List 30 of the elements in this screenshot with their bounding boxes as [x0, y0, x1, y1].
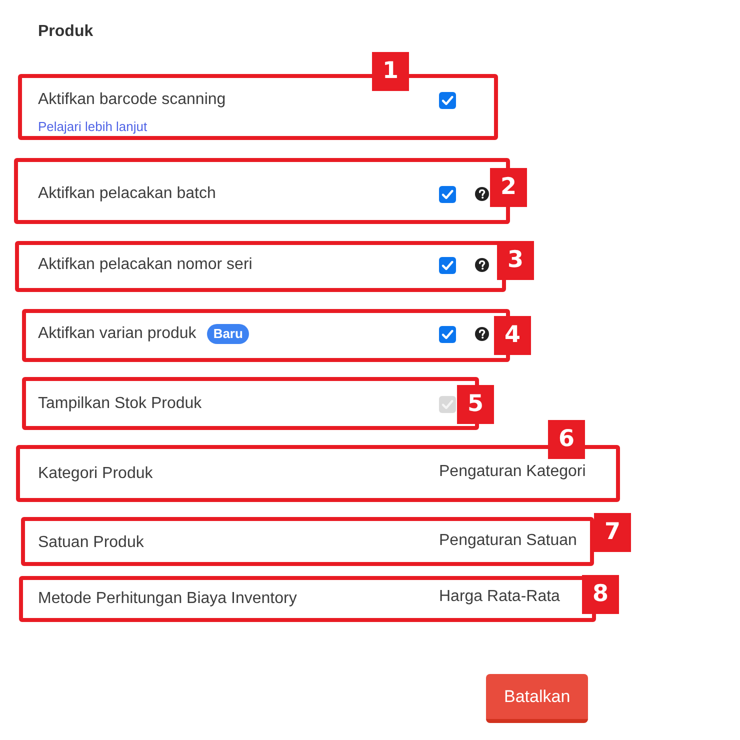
number-badge: 1 — [372, 52, 409, 91]
setting-label: Aktifkan varian produk — [38, 324, 196, 344]
help-icon[interactable] — [475, 327, 489, 341]
number-badge: 7 — [594, 513, 631, 552]
number-badge: 4 — [494, 316, 531, 355]
checkbox[interactable] — [439, 92, 456, 108]
setting-value: Harga Rata-Rata — [439, 587, 560, 607]
setting-label: Tampilkan Stok Produk — [38, 394, 202, 414]
learn-more-link[interactable]: Pelajari lebih lanjut — [38, 119, 148, 135]
number-badge: 6 — [548, 420, 585, 459]
setting-label: Aktifkan barcode scanning — [38, 90, 226, 110]
settings-link[interactable]: Pengaturan Kategori — [439, 462, 586, 482]
checkbox[interactable] — [439, 186, 456, 202]
cancel-button[interactable]: Batalkan — [486, 674, 588, 723]
help-icon[interactable] — [475, 187, 489, 201]
section-title: Produk — [38, 22, 94, 42]
number-badge: 3 — [497, 241, 534, 280]
setting-label: Satuan Produk — [38, 533, 144, 553]
number-badge: 8 — [582, 575, 619, 614]
checkbox[interactable] — [439, 326, 456, 342]
setting-label: Kategori Produk — [38, 464, 153, 484]
help-icon[interactable] — [475, 258, 489, 272]
setting-label: Metode Perhitungan Biaya Inventory — [38, 589, 297, 609]
checkbox[interactable] — [439, 256, 456, 274]
setting-label: Aktifkan pelacakan nomor seri — [38, 255, 252, 275]
setting-label: Aktifkan pelacakan batch — [38, 184, 216, 204]
settings-link[interactable]: Pengaturan Satuan — [439, 531, 577, 551]
number-badge: 5 — [457, 385, 494, 424]
number-badge: 2 — [490, 168, 527, 207]
new-badge: Baru — [207, 324, 249, 344]
